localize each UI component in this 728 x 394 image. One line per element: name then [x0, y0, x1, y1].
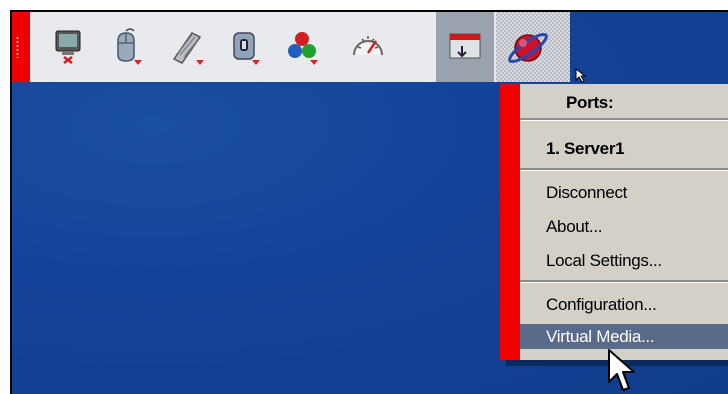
toolbar-grip[interactable]	[12, 12, 30, 82]
mouse-cursor-icon	[608, 349, 635, 391]
ports-menu: Ports: 1. Server1 Disconnect About... Lo…	[500, 84, 728, 360]
pointer-arrow-icon	[575, 67, 587, 83]
menu-item-about[interactable]: About...	[520, 214, 728, 239]
menu-separator	[520, 280, 728, 283]
mouse-icon[interactable]	[100, 18, 152, 76]
memory-icon[interactable]	[218, 18, 270, 76]
menu-accent-bar	[500, 84, 520, 360]
menu-item-server1[interactable]: 1. Server1	[520, 136, 728, 161]
keyboard-icon[interactable]	[160, 18, 212, 76]
menu-item-disconnect[interactable]: Disconnect	[520, 180, 728, 205]
gauge-icon[interactable]	[342, 18, 394, 76]
window-mode-button[interactable]	[436, 12, 494, 82]
color-icon[interactable]	[276, 18, 328, 76]
menu-item-virtual-media[interactable]: Virtual Media...	[520, 324, 728, 349]
menu-item-local-settings[interactable]: Local Settings...	[520, 248, 728, 273]
globe-menu-icon[interactable]	[496, 12, 570, 82]
menu-header-ports: Ports:	[566, 93, 614, 112]
menu-separator	[520, 168, 728, 171]
menu-separator	[520, 118, 728, 121]
menu-item-configuration[interactable]: Configuration...	[520, 292, 728, 317]
monitor-disconnect-icon[interactable]	[42, 18, 94, 76]
